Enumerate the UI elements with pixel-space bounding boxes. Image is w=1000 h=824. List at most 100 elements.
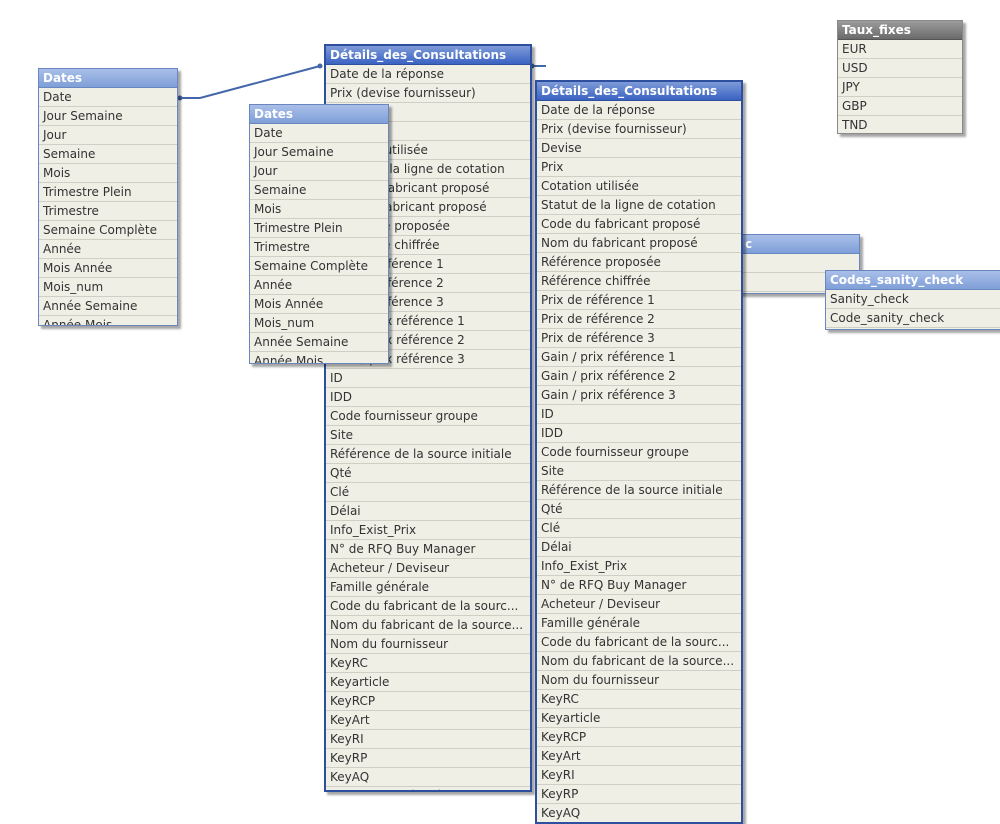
- field-row[interactable]: KeyRI: [326, 730, 530, 749]
- field-row[interactable]: Date: [250, 124, 388, 143]
- field-row[interactable]: Semaine Complète: [250, 257, 388, 276]
- field-row[interactable]: Mois: [39, 164, 177, 183]
- table-title[interactable]: Dates: [250, 105, 388, 124]
- field-row[interactable]: Clé: [537, 519, 741, 538]
- field-row[interactable]: Qté: [326, 464, 530, 483]
- table-dates-left[interactable]: Dates Date Jour Semaine Jour Semaine Mois Tri…: [38, 68, 178, 326]
- field-row[interactable]: KeyRC: [326, 654, 530, 673]
- field-row[interactable]: Délai: [537, 538, 741, 557]
- field-row[interactable]: KeyRP: [537, 785, 741, 804]
- field-row[interactable]: N° de RFQ Buy Manager: [537, 576, 741, 595]
- field-row[interactable]: Jour Semaine: [39, 107, 177, 126]
- field-row[interactable]: Année Mois: [250, 352, 388, 363]
- field-row[interactable]: Semaine: [39, 145, 177, 164]
- field-row[interactable]: Semaine Complète: [39, 221, 177, 240]
- field-row[interactable]: Code du fabricant de la sourc...: [326, 597, 530, 616]
- field-row[interactable]: Date de la réponse: [537, 101, 741, 120]
- table-title[interactable]: Détails_des_Consultations: [537, 82, 741, 101]
- field-row[interactable]: Statut de la ligne de cotation: [537, 196, 741, 215]
- field-row[interactable]: IDD: [326, 388, 530, 407]
- field-row[interactable]: Mois_num: [250, 314, 388, 333]
- field-row[interactable]: Acheteur / Deviseur: [326, 559, 530, 578]
- table-taux-fixes[interactable]: Taux_fixes EUR USD JPY GBP TND: [837, 20, 963, 134]
- table-title[interactable]: Détails_des_Consultations: [326, 46, 530, 65]
- field-row[interactable]: Code fournisseur groupe: [537, 443, 741, 462]
- field-row[interactable]: Code du fabricant proposé: [537, 215, 741, 234]
- field-row[interactable]: KeyArt: [537, 747, 741, 766]
- field-row[interactable]: Site: [326, 426, 530, 445]
- field-row[interactable]: Année: [39, 240, 177, 259]
- field-row[interactable]: Famille générale: [326, 578, 530, 597]
- field-row[interactable]: KeyRP: [326, 749, 530, 768]
- field-row[interactable]: Nom du fabricant de la source...: [537, 652, 741, 671]
- field-row[interactable]: KeyRCP: [537, 728, 741, 747]
- field-row[interactable]: Référence chiffrée: [537, 272, 741, 291]
- field-row[interactable]: USD: [838, 59, 962, 78]
- field-row[interactable]: Info_Exist_Prix: [326, 521, 530, 540]
- field-row[interactable]: KeyAQ: [326, 768, 530, 787]
- field-row[interactable]: Référence de la source initiale: [537, 481, 741, 500]
- table-title[interactable]: c: [727, 235, 859, 254]
- field-row[interactable]: Mois: [250, 200, 388, 219]
- field-row[interactable]: N° de RFQ Buy Manager: [326, 540, 530, 559]
- field-row[interactable]: Date de la réponse: [326, 65, 530, 84]
- field-row[interactable]: Prix (devise fournisseur): [326, 84, 530, 103]
- field-row[interactable]: Devise: [537, 139, 741, 158]
- table-title[interactable]: Taux_fixes: [838, 21, 962, 40]
- field-row[interactable]: Prix: [537, 158, 741, 177]
- field-row[interactable]: KeyRCP: [326, 692, 530, 711]
- field-row[interactable]: Référence de la source initiale: [326, 445, 530, 464]
- field-row[interactable]: EUR: [838, 40, 962, 59]
- field-row[interactable]: PU_Devise_Détaxé: [326, 787, 530, 790]
- field-row[interactable]: Prix de référence 3: [537, 329, 741, 348]
- field-row[interactable]: Trimestre Plein: [39, 183, 177, 202]
- field-row[interactable]: Jour: [250, 162, 388, 181]
- field-row[interactable]: IDD: [537, 424, 741, 443]
- field-row[interactable]: Info_Exist_Prix: [537, 557, 741, 576]
- field-row[interactable]: Keyarticle: [326, 673, 530, 692]
- field-row[interactable]: Nom du fournisseur: [537, 671, 741, 690]
- field-row[interactable]: Nom du fabricant proposé: [537, 234, 741, 253]
- table-details-front[interactable]: Détails_des_Consultations Date de la rép…: [535, 80, 743, 824]
- field-row[interactable]: KeyAQ: [537, 804, 741, 822]
- field-row[interactable]: Prix de référence 2: [537, 310, 741, 329]
- field-row[interactable]: Code_sanity_check: [826, 309, 1000, 328]
- field-row[interactable]: GBP: [838, 97, 962, 116]
- field-row[interactable]: Jour Semaine: [250, 143, 388, 162]
- field-row[interactable]: Site: [537, 462, 741, 481]
- field-row[interactable]: Clé: [326, 483, 530, 502]
- field-row[interactable]: Année Semaine: [250, 333, 388, 352]
- field-row[interactable]: Date: [39, 88, 177, 107]
- field-row[interactable]: Prix (devise fournisseur): [537, 120, 741, 139]
- field-row[interactable]: KeyRC: [537, 690, 741, 709]
- field-row[interactable]: Mois Année: [250, 295, 388, 314]
- table-title[interactable]: Dates: [39, 69, 177, 88]
- field-row[interactable]: Mois_num: [39, 278, 177, 297]
- field-row[interactable]: Jour: [39, 126, 177, 145]
- table-dates-middle[interactable]: Dates Date Jour Semaine Jour Semaine Mois Tri…: [249, 104, 389, 364]
- field-row[interactable]: Keyarticle: [537, 709, 741, 728]
- field-row[interactable]: Qté: [537, 500, 741, 519]
- table-codes-sanity-check[interactable]: Codes_sanity_check Sanity_check Code_sani…: [825, 270, 1000, 330]
- field-row[interactable]: Gain / prix référence 1: [537, 348, 741, 367]
- field-row[interactable]: Gain / prix référence 3: [537, 386, 741, 405]
- table-title[interactable]: Codes_sanity_check: [826, 271, 1000, 290]
- field-row[interactable]: Référence proposée: [537, 253, 741, 272]
- field-row[interactable]: TND: [838, 116, 962, 133]
- field-row[interactable]: Nom du fabricant de la source...: [326, 616, 530, 635]
- field-row[interactable]: Trimestre: [39, 202, 177, 221]
- field-row[interactable]: Sanity_check: [826, 290, 1000, 309]
- field-row[interactable]: Nom du fournisseur: [326, 635, 530, 654]
- field-row[interactable]: Code du fabricant de la sourc...: [537, 633, 741, 652]
- field-row[interactable]: Prix de référence 1: [537, 291, 741, 310]
- field-row[interactable]: Cotation utilisée: [537, 177, 741, 196]
- field-row[interactable]: Mois Année: [39, 259, 177, 278]
- field-row[interactable]: Trimestre Plein: [250, 219, 388, 238]
- field-row[interactable]: ID: [326, 369, 530, 388]
- field-row[interactable]: Semaine: [250, 181, 388, 200]
- field-row[interactable]: ID: [537, 405, 741, 424]
- field-row[interactable]: Famille générale: [537, 614, 741, 633]
- field-row[interactable]: KeyRI: [537, 766, 741, 785]
- field-row[interactable]: Année: [250, 276, 388, 295]
- field-row[interactable]: Code fournisseur groupe: [326, 407, 530, 426]
